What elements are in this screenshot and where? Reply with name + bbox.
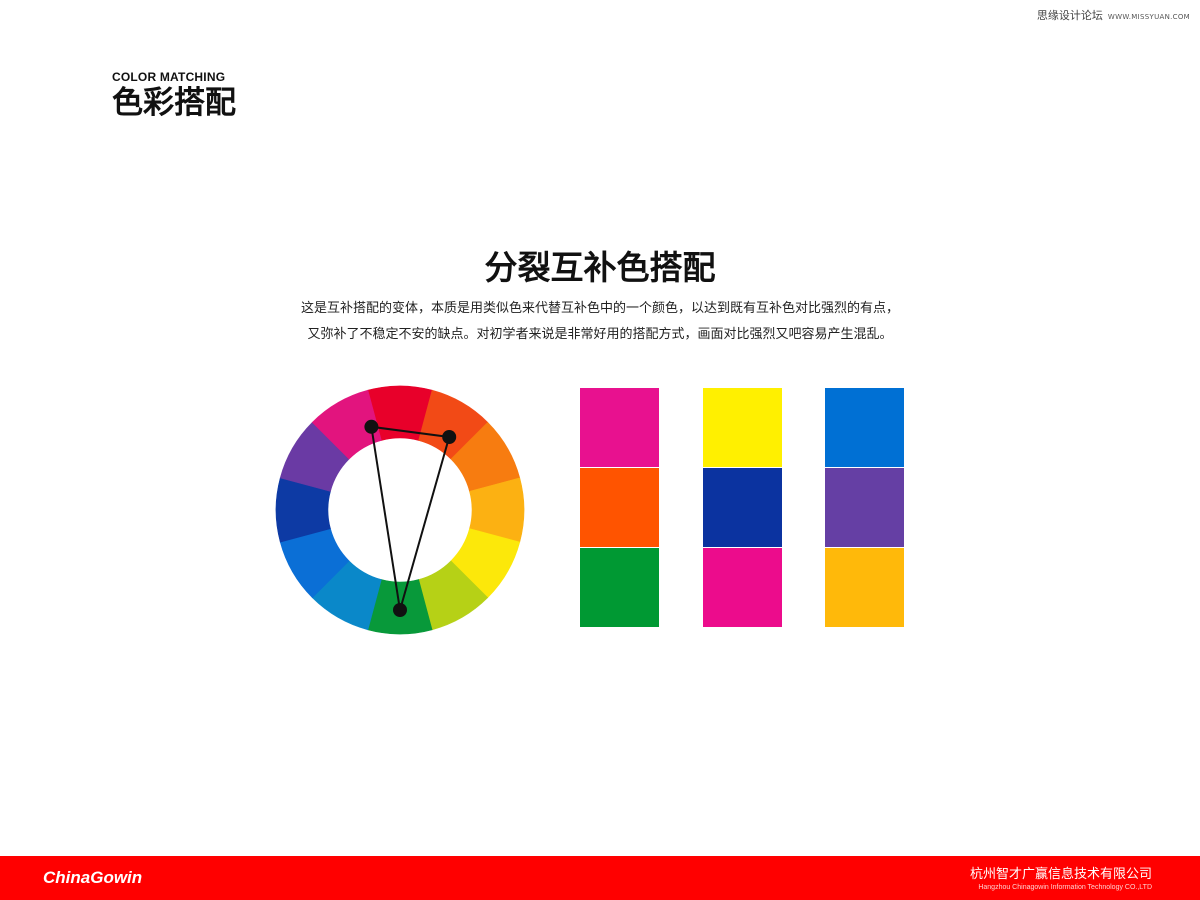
description: 这是互补搭配的变体，本质是用类似色来代替互补色中的一个颜色，以达到既有互补色对比… bbox=[0, 296, 1200, 348]
color-wheel bbox=[275, 385, 525, 635]
description-line-1: 这是互补搭配的变体，本质是用类似色来代替互补色中的一个颜色，以达到既有互补色对比… bbox=[300, 301, 899, 316]
swatch-3-2 bbox=[825, 468, 904, 547]
footer-company-en: Hangzhou Chinagowin Information Technolo… bbox=[978, 884, 1152, 891]
watermark-site-name: 思缘设计论坛 bbox=[1036, 9, 1103, 22]
swatch-2-2 bbox=[703, 468, 782, 547]
swatch-2-3 bbox=[703, 548, 782, 627]
swatch-1-3 bbox=[580, 548, 659, 627]
footer-logo: ChinaGowin bbox=[43, 868, 143, 887]
swatch-column-3 bbox=[825, 388, 904, 627]
triangle-vertex-dot bbox=[393, 603, 407, 617]
header-title-cn: 色彩搭配 bbox=[112, 85, 236, 121]
triangle-vertex-dot bbox=[442, 430, 457, 444]
description-line-2: 又弥补了不稳定不安的缺点。对初学者来说是非常好用的搭配方式，画面对比强烈又吧容易… bbox=[307, 327, 893, 342]
swatch-2-1 bbox=[703, 388, 782, 467]
page-title: 分裂互补色搭配 bbox=[484, 248, 716, 287]
brand-header: COLOR MATCHING 色彩搭配 bbox=[112, 70, 236, 121]
swatch-column-2 bbox=[703, 388, 782, 627]
footer-company-cn: 杭州智才广赢信息技术有限公司 bbox=[969, 867, 1152, 882]
swatch-column-1 bbox=[580, 388, 659, 627]
swatch-1-1 bbox=[580, 388, 659, 467]
footer-company: 杭州智才广赢信息技术有限公司 Hangzhou Chinagowin Infor… bbox=[970, 867, 1152, 892]
footer-bar: ChinaGowin 杭州智才广赢信息技术有限公司 Hangzhou China… bbox=[0, 856, 1200, 900]
swatch-1-2 bbox=[580, 468, 659, 547]
watermark-site-url: WWW.MISSYUAN.COM bbox=[1107, 13, 1190, 21]
header-title-en: COLOR MATCHING bbox=[112, 70, 226, 84]
swatch-3-1 bbox=[825, 388, 904, 467]
swatch-3-3 bbox=[825, 548, 904, 627]
site-watermark: 思缘设计论坛 WWW.MISSYUAN.COM bbox=[1037, 7, 1190, 23]
triangle-vertex-dot bbox=[364, 419, 379, 434]
